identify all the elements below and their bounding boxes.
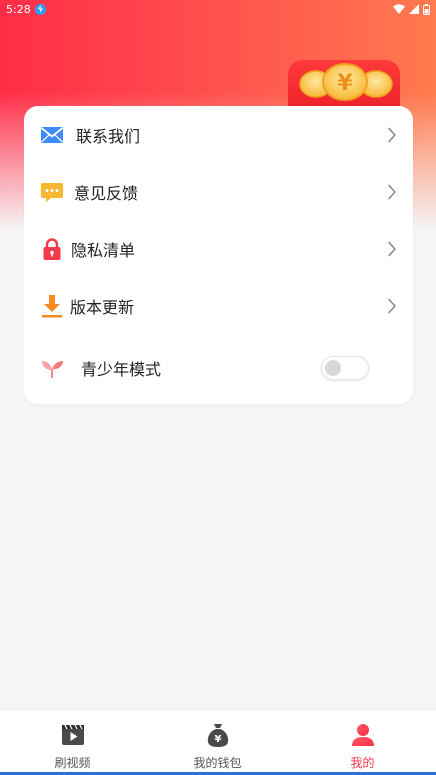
menu-item-label: 青少年模式 <box>81 359 162 379</box>
chevron-right-icon <box>388 298 396 313</box>
menu-item-label: 隐私清单 <box>71 240 136 260</box>
tab-mine[interactable]: 我的 <box>290 710 435 774</box>
menu-item-contact-us[interactable]: 联系我们 <box>24 106 413 163</box>
wifi-icon <box>393 4 405 14</box>
tab-label: 刷视频 <box>54 756 91 770</box>
status-left: 5:28 <box>6 3 46 16</box>
status-bar: 5:28 <box>0 0 436 18</box>
menu-item-feedback[interactable]: 意见反馈 <box>24 163 413 220</box>
tab-videos[interactable]: 刷视频 <box>0 710 145 774</box>
bottom-tab-bar: 刷视频 ¥ 我的钱包 我的 <box>0 709 436 775</box>
menu-item-privacy-list[interactable]: 隐私清单 <box>24 220 413 277</box>
notification-icon <box>34 3 46 15</box>
tab-label: 我的 <box>350 756 375 770</box>
svg-text:¥: ¥ <box>337 71 353 96</box>
settings-card: 联系我们 意见反馈 隐私清单 版本更新 青少年模式 <box>24 106 413 404</box>
toggle-knob <box>325 359 341 376</box>
money-bag-icon: ¥ <box>207 724 228 747</box>
feedback-chat-icon <box>41 182 63 202</box>
menu-item-label: 版本更新 <box>70 297 135 317</box>
chevron-right-icon <box>388 184 396 199</box>
svg-text:¥: ¥ <box>214 734 221 745</box>
menu-item-label: 意见反馈 <box>74 183 139 203</box>
tab-label: 我的钱包 <box>193 756 242 770</box>
menu-item-version-update[interactable]: 版本更新 <box>24 277 413 334</box>
status-time: 5:28 <box>6 2 31 16</box>
sprout-icon <box>42 360 63 378</box>
download-icon <box>42 294 62 317</box>
user-icon <box>351 724 374 746</box>
chevron-right-icon <box>388 241 396 256</box>
status-right <box>393 3 430 15</box>
mail-icon <box>40 126 64 143</box>
tab-wallet[interactable]: ¥ 我的钱包 <box>145 710 290 774</box>
youth-mode-toggle[interactable] <box>321 355 369 380</box>
menu-item-label: 联系我们 <box>76 126 141 146</box>
chevron-right-icon <box>388 127 396 142</box>
menu-item-youth-mode: 青少年模式 <box>24 339 413 396</box>
battery-icon <box>423 3 430 15</box>
lock-icon <box>43 237 61 260</box>
video-icon <box>61 724 84 745</box>
signal-icon <box>409 4 419 14</box>
